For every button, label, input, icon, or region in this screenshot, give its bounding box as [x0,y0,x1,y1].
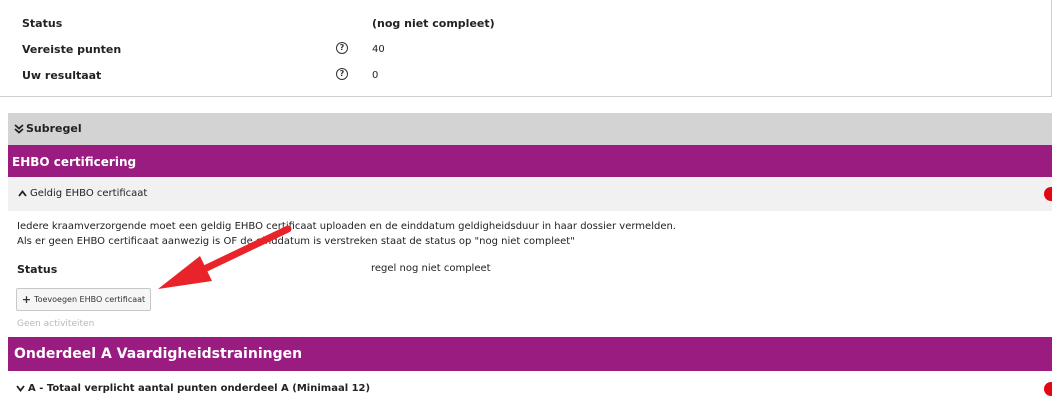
ehbo-section-title: EHBO certificering [12,155,137,169]
onderdeel-a-rule-title: A - Totaal verplicht aantal punten onder… [28,383,371,394]
help-icon[interactable]: ? [336,42,348,54]
ehbo-status-value: regel nog niet compleet [371,263,491,274]
chevron-up-icon [18,190,27,197]
plus-icon: + [21,293,32,306]
onderdeel-a-section-header: Onderdeel A Vaardigheidstrainingen [8,337,1052,371]
no-activities-text: Geen activiteiten [17,319,95,329]
result-value: 0 [372,70,379,81]
chevron-down-icon [16,385,25,392]
onderdeel-a-rule-toggle[interactable]: A - Totaal verplicht aantal punten onder… [8,371,1052,399]
status-value: (nog niet compleet) [372,17,495,30]
status-dot-icon [1044,187,1052,201]
summary-panel: Status (nog niet compleet) Vereiste punt… [0,0,1052,97]
required-points-value: 40 [372,44,385,55]
onderdeel-a-section-title: Onderdeel A Vaardigheidstrainingen [14,346,303,362]
ehbo-rule-toggle[interactable]: Geldig EHBO certificaat [8,177,1052,211]
ehbo-description-line-1: Iedere kraamverzorgende moet een geldig … [17,221,676,232]
help-icon[interactable]: ? [336,68,348,80]
subregel-label: Subregel [26,122,82,135]
required-points-label: Vereiste punten [22,43,122,56]
result-label: Uw resultaat [22,69,102,82]
ehbo-rule-title: Geldig EHBO certificaat [30,188,148,199]
add-ehbo-certificate-button[interactable]: + Toevoegen EHBO certificaat [16,288,151,311]
add-ehbo-certificate-label: Toevoegen EHBO certificaat [34,295,146,304]
subregel-toggle[interactable]: Subregel [8,113,1052,145]
ehbo-section-header: EHBO certificering [8,145,1052,177]
ehbo-status-label: Status [17,263,58,276]
ehbo-description-line-2: Als er geen EHBO certificaat aanwezig is… [17,236,575,247]
status-dot-icon [1044,382,1052,396]
status-label: Status [22,17,63,30]
double-chevron-down-icon [14,124,24,134]
